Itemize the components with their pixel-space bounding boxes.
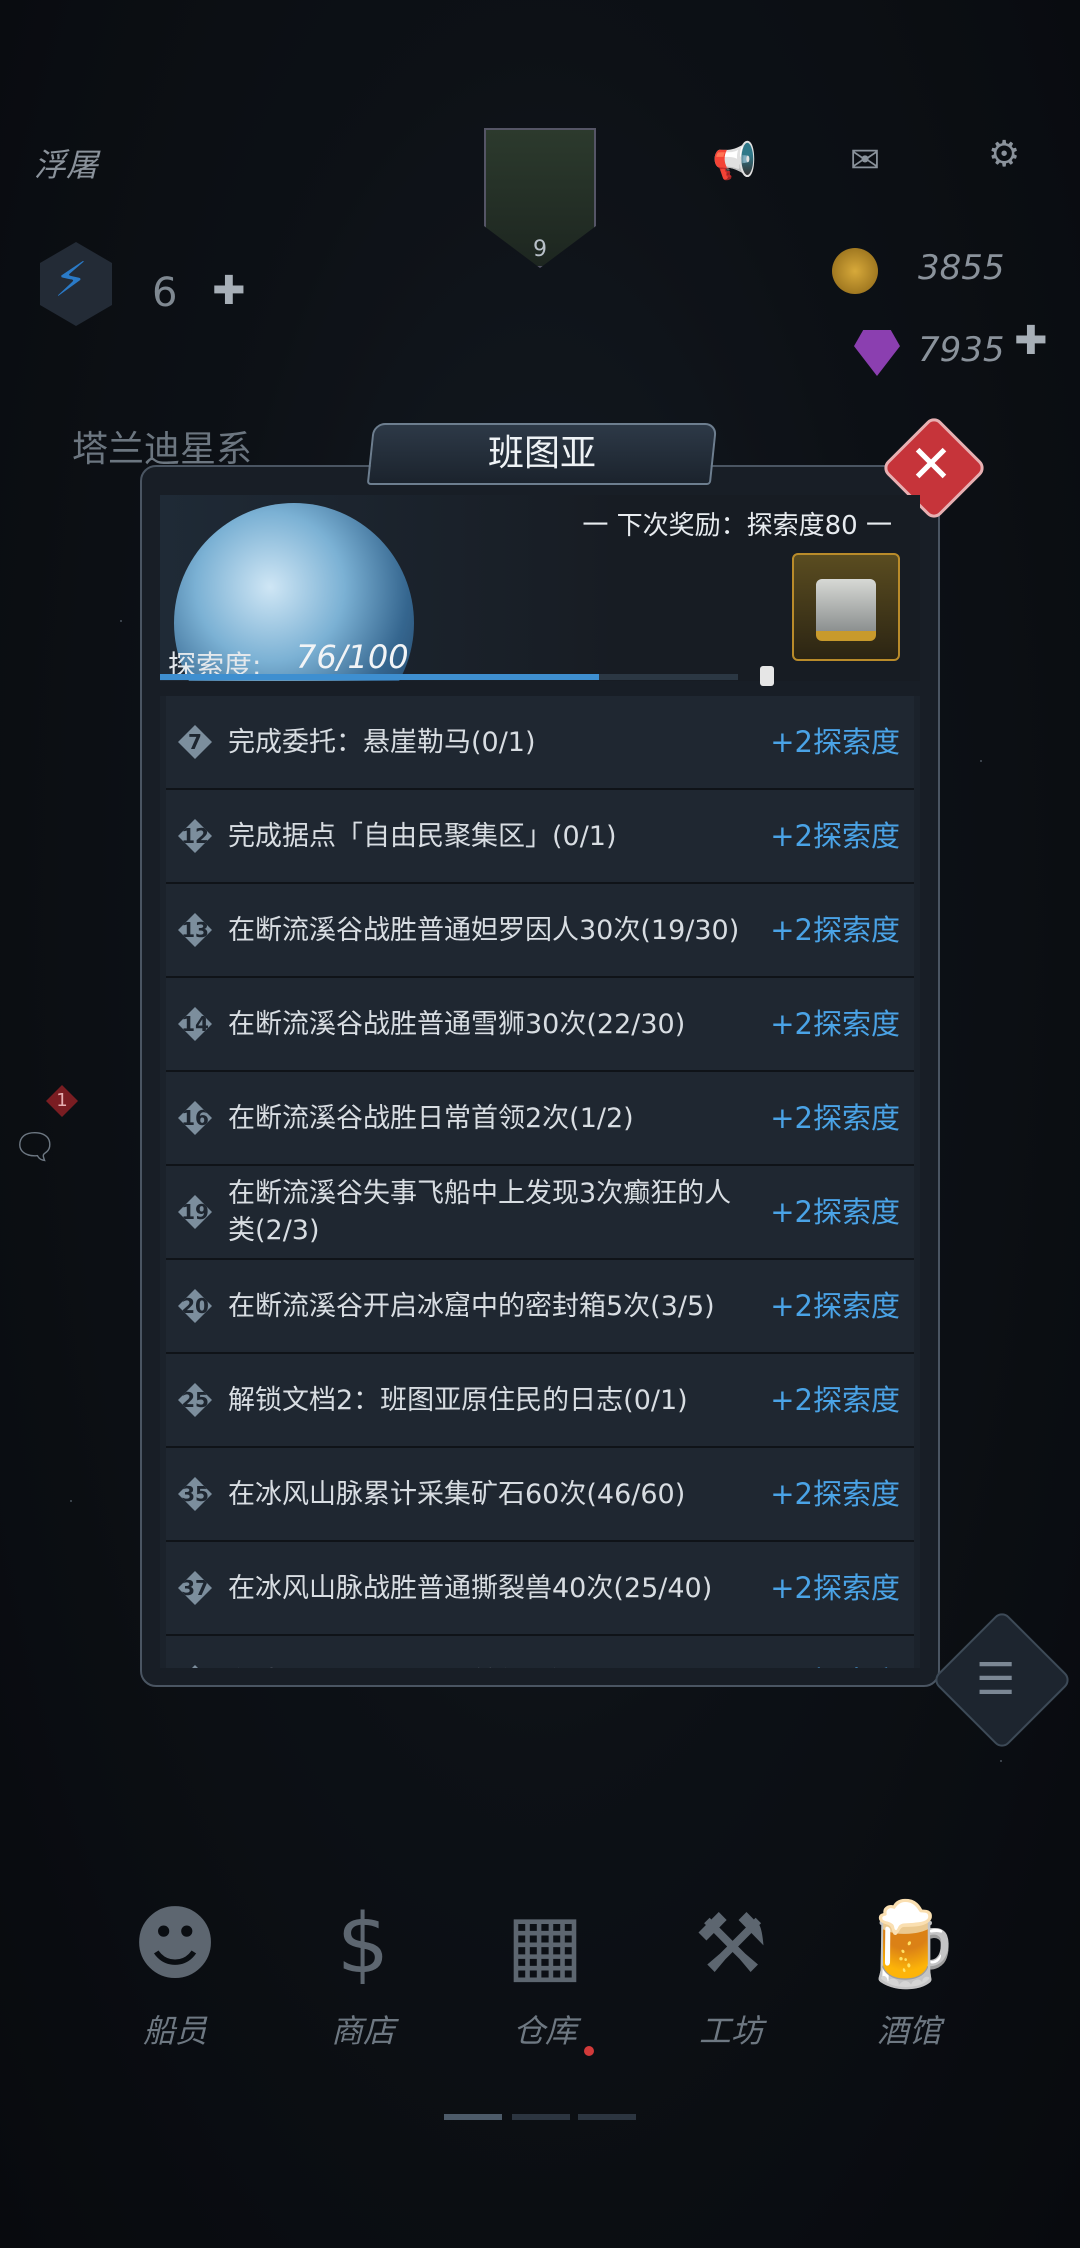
tavern-icon: 🍺: [857, 1897, 961, 1992]
task-row[interactable]: 39 在冰风山脉战胜日常首领3次(1/3) +2探索度: [166, 1636, 914, 1668]
task-row[interactable]: 37 在冰风山脉战胜普通撕裂兽40次(25/40) +2探索度: [166, 1542, 914, 1636]
task-reward: +2探索度: [770, 1383, 900, 1417]
chest-icon: [816, 579, 876, 641]
task-number-badge: 39: [178, 1665, 212, 1668]
coin-icon: [832, 248, 878, 294]
task-row[interactable]: 25 解锁文档2：班图亚原住民的日志(0/1) +2探索度: [166, 1354, 914, 1448]
task-list[interactable]: 7 完成委托：悬崖勒马(0/1) +2探索度 12 完成据点「自由民聚集区」(0/1) +…: [160, 696, 920, 1668]
page-indicator: [512, 2114, 570, 2120]
task-number-badge: 19: [178, 1195, 212, 1229]
mail-icon[interactable]: ✉: [850, 140, 880, 181]
nav-label: 仓库: [512, 2012, 577, 2050]
close-icon[interactable]: ✕: [896, 430, 966, 500]
nav-item[interactable]: ☻ 船员: [100, 1890, 250, 2052]
task-reward: +2探索度: [770, 1101, 900, 1135]
workshop-icon: ⚒: [694, 1897, 768, 1992]
task-description: 在断流溪谷战胜普通妲罗因人30次(19/30): [228, 914, 740, 946]
star-decoration: [70, 1500, 72, 1502]
task-row[interactable]: 35 在冰风山脉累计采集矿石60次(46/60) +2探索度: [166, 1448, 914, 1542]
add-gems-button[interactable]: ✚: [1014, 318, 1048, 364]
task-row[interactable]: 13 在断流溪谷战胜普通妲罗因人30次(19/30) +2探索度: [166, 884, 914, 978]
task-description: 在断流溪谷战胜普通雪狮30次(22/30): [228, 1008, 686, 1040]
goal-marker-icon: [760, 666, 774, 686]
page-indicator: [578, 2114, 636, 2120]
nav-label: 商店: [330, 2012, 395, 2050]
task-number-badge: 35: [178, 1477, 212, 1511]
bottom-nav: ☻ 船员 $ 商店 ▦ 仓库 ⚒ 工坊 🍺 酒馆: [0, 1890, 1080, 2100]
task-row[interactable]: 20 在断流溪谷开启冰窟中的密封箱5次(3/5) +2探索度: [166, 1260, 914, 1354]
shop-icon: $: [336, 1897, 390, 1992]
chat-icon: 🗨: [12, 1127, 58, 1168]
exploration-value: 76/100: [296, 638, 409, 676]
megaphone-icon[interactable]: 📢: [712, 140, 757, 182]
task-number-badge: 7: [178, 725, 212, 759]
nav-label: 工坊: [698, 2012, 763, 2050]
task-description: 完成委托：悬崖勒马(0/1): [228, 726, 536, 758]
task-reward: +2探索度: [770, 1195, 900, 1229]
star-decoration: [980, 760, 982, 762]
exploration-progress-fill: [160, 674, 600, 680]
task-number-badge: 13: [178, 913, 212, 947]
task-reward: +2探索度: [770, 913, 900, 947]
player-name[interactable]: 浮屠: [34, 140, 98, 186]
nav-item[interactable]: 🍺 酒馆: [834, 1890, 984, 2052]
task-number-badge: 16: [178, 1101, 212, 1135]
gem-count: 7935: [918, 330, 1005, 370]
star-decoration: [120, 620, 122, 622]
coin-count: 3855: [918, 248, 1005, 288]
task-number-badge: 37: [178, 1571, 212, 1605]
task-row[interactable]: 19 在断流溪谷失事飞船中上发现3次癫狂的人类(2/3) +2探索度: [166, 1166, 914, 1260]
lightning-icon: ⚡: [54, 252, 88, 308]
task-row[interactable]: 16 在断流溪谷战胜日常首领2次(1/2) +2探索度: [166, 1072, 914, 1166]
star-decoration: [1000, 1760, 1002, 1762]
task-description: 在断流溪谷战胜日常首领2次(1/2): [228, 1102, 634, 1134]
task-row[interactable]: 12 完成据点「自由民聚集区」(0/1) +2探索度: [166, 790, 914, 884]
checklist-icon[interactable]: ☰: [976, 1654, 1015, 1705]
task-number-badge: 20: [178, 1289, 212, 1323]
task-reward: +2探索度: [770, 1636, 900, 1668]
task-reward: +2探索度: [770, 725, 900, 759]
task-reward: +2探索度: [770, 1477, 900, 1511]
chat-button[interactable]: 🗨: [0, 1090, 90, 1220]
avatar-level: 9: [533, 237, 547, 262]
notification-dot: [584, 2046, 594, 2056]
task-description: 解锁文档2：班图亚原住民的日志(0/1): [228, 1384, 688, 1416]
next-reward-text: 一 下次奖励：探索度80 一: [582, 511, 892, 541]
task-number-badge: 14: [178, 1007, 212, 1041]
nav-item[interactable]: ▦ 仓库: [470, 1890, 620, 2052]
modal-title-frame: 班图亚: [366, 423, 718, 485]
task-reward: +2探索度: [770, 1007, 900, 1041]
task-description: 在冰风山脉战胜日常首领3次(1/3): [228, 1636, 758, 1669]
task-row[interactable]: 14 在断流溪谷战胜普通雪狮30次(22/30) +2探索度: [166, 978, 914, 1072]
task-number-badge: 25: [178, 1383, 212, 1417]
nav-item[interactable]: $ 商店: [288, 1890, 438, 2052]
modal-title: 班图亚: [487, 433, 596, 474]
nav-item[interactable]: ⚒ 工坊: [656, 1890, 806, 2052]
task-row[interactable]: 7 完成委托：悬崖勒马(0/1) +2探索度: [166, 696, 914, 790]
task-description: 在冰风山脉累计采集矿石60次(46/60): [228, 1478, 686, 1510]
exploration-progress-bar: [160, 674, 738, 680]
task-number-badge: 12: [178, 819, 212, 853]
player-avatar[interactable]: 9: [484, 128, 596, 268]
gear-icon[interactable]: ⚙: [988, 134, 1020, 175]
nav-label: 酒馆: [876, 2012, 941, 2050]
warehouse-icon: ▦: [506, 1897, 584, 1992]
task-reward: +2探索度: [770, 1571, 900, 1605]
task-description: 在断流溪谷失事飞船中上发现3次癫狂的人类(2/3): [228, 1178, 732, 1246]
crew-icon: ☻: [132, 1897, 218, 1992]
task-description: 在冰风山脉战胜普通撕裂兽40次(25/40): [228, 1572, 713, 1604]
energy-count: 6: [152, 270, 178, 316]
page-indicator-active: [444, 2114, 502, 2120]
task-reward: +2探索度: [770, 1289, 900, 1323]
task-description: 完成据点「自由民聚集区」(0/1): [228, 820, 617, 852]
reward-chest[interactable]: [792, 553, 900, 661]
nav-label: 船员: [142, 2012, 207, 2050]
add-energy-button[interactable]: ✚: [212, 268, 246, 314]
planet-banner: 一 下次奖励：探索度80 一: [160, 495, 920, 681]
task-reward: +2探索度: [770, 819, 900, 853]
task-description: 在断流溪谷开启冰窟中的密封箱5次(3/5): [228, 1290, 715, 1322]
